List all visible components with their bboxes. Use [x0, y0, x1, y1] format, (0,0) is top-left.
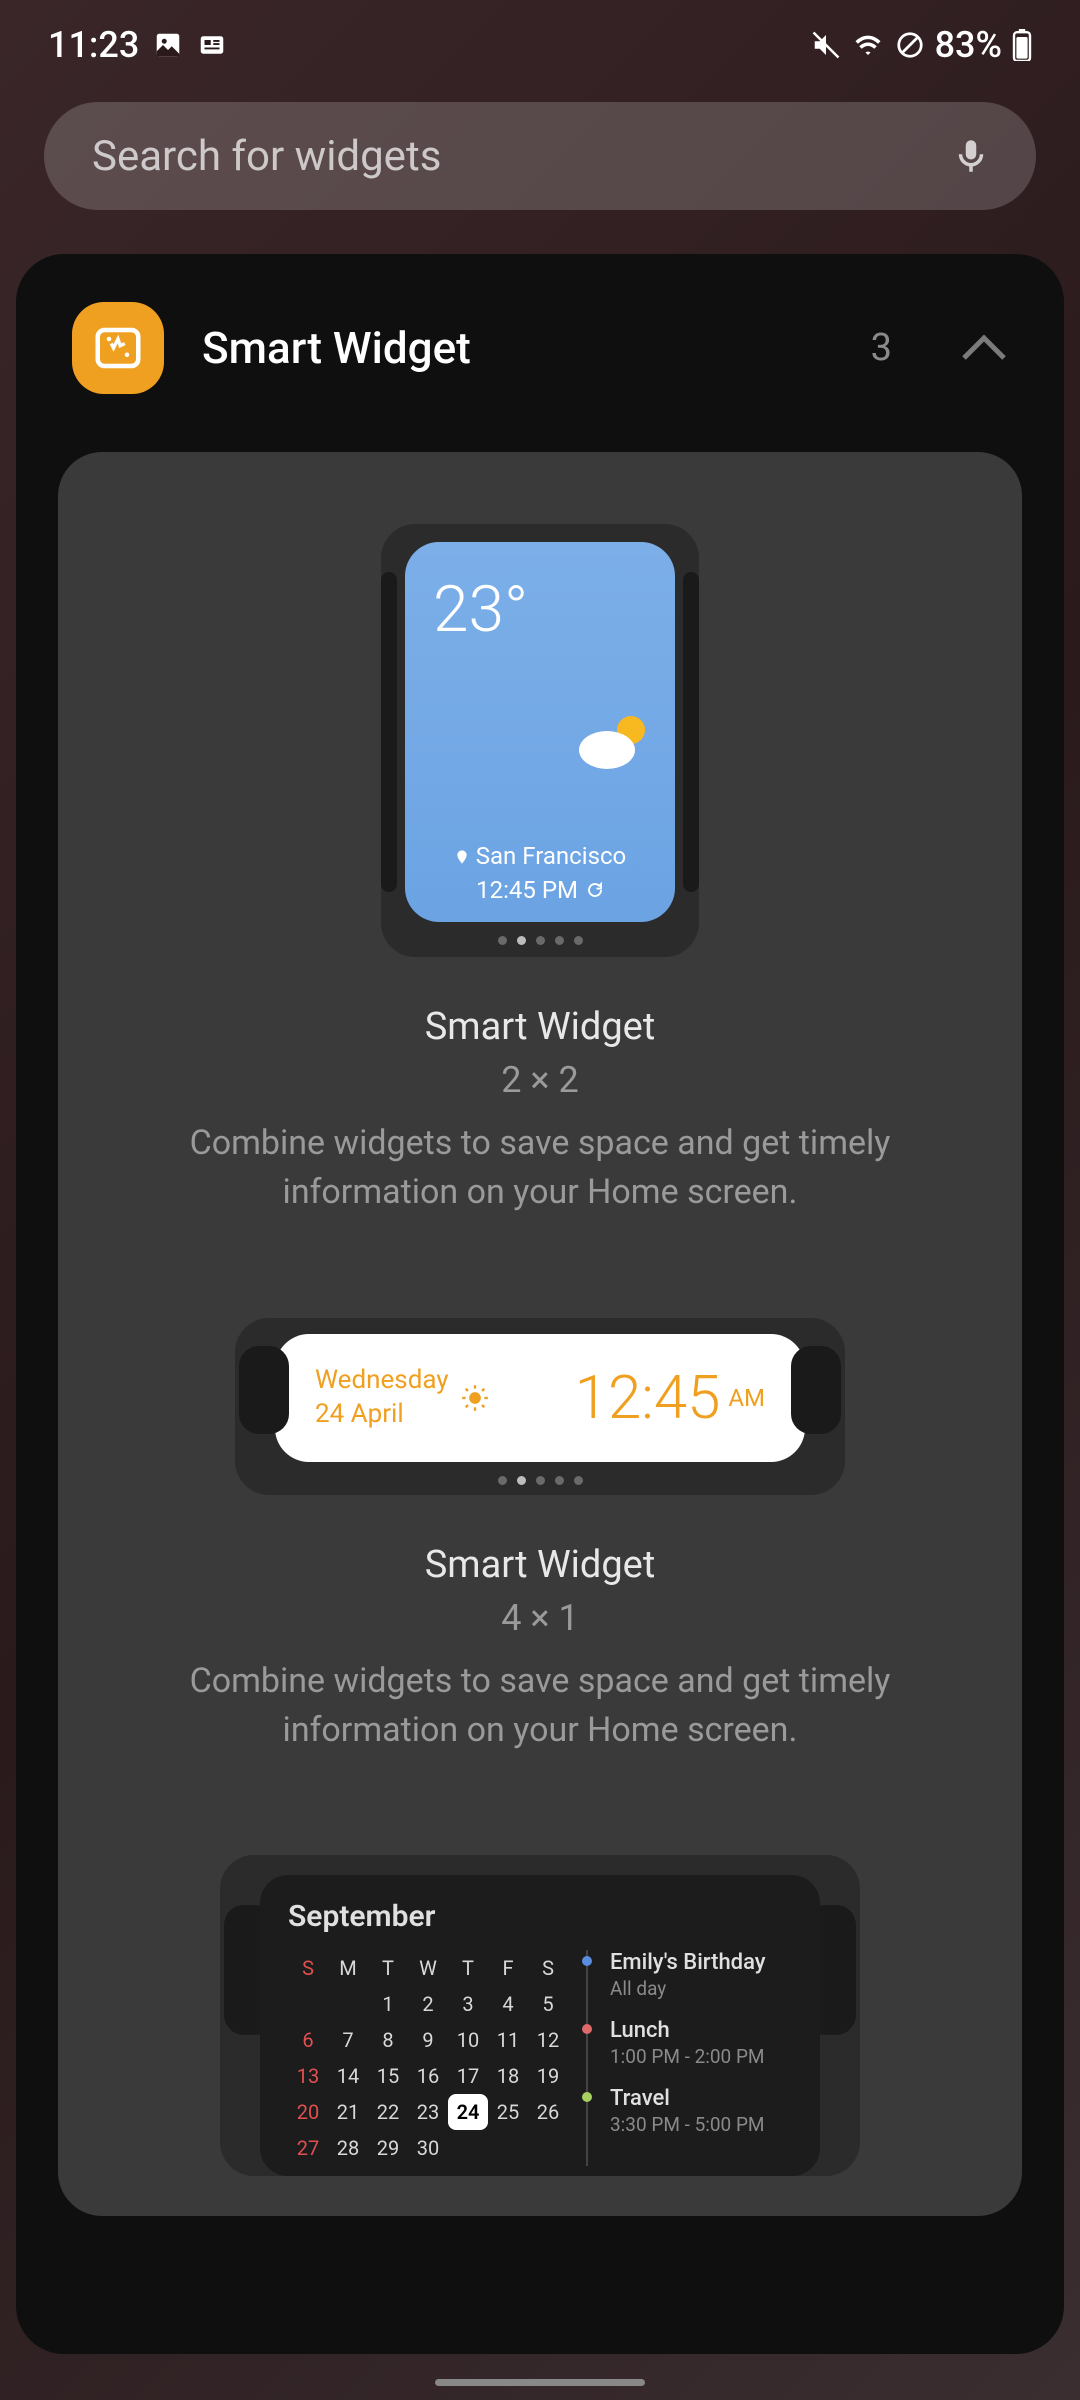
no-sim-icon [895, 30, 925, 60]
refresh-icon [586, 881, 604, 899]
clock-date: 24 April [315, 1398, 449, 1432]
location-pin-icon [454, 847, 470, 867]
weather-cloud-sun-icon [575, 712, 653, 774]
nav-handle[interactable] [435, 2379, 645, 2386]
event-title: Emily's Birthday [610, 1950, 792, 1975]
event-time: 1:00 PM - 2:00 PM [610, 2045, 792, 2068]
calendar-grid: SMTWTFS123456789101112131415161718192021… [288, 1950, 568, 2166]
panel-header[interactable]: Smart Widget 3 [16, 278, 1064, 434]
calendar-preview: September SMTWTFS12345678910111213141516… [260, 1875, 820, 2176]
status-bar: 11:23 83% [0, 0, 1080, 90]
clock-time: 12:45 [575, 1362, 721, 1433]
resize-handle-right [683, 572, 699, 892]
gallery-icon [153, 30, 183, 60]
weather-temp: 23° [433, 572, 647, 647]
widget-item-calendar[interactable]: September SMTWTFS12345678910111213141516… [118, 1855, 962, 2176]
widget-name: Smart Widget [118, 1543, 962, 1587]
news-icon [197, 30, 227, 60]
wifi-icon [851, 30, 885, 60]
clock-day: Wednesday [315, 1364, 449, 1398]
widget-size: 2 × 2 [118, 1059, 962, 1101]
clock-ampm: AM [728, 1384, 765, 1412]
event-title: Travel [610, 2086, 792, 2111]
sun-icon [461, 1384, 489, 1412]
panel-title: Smart Widget [202, 322, 871, 374]
event-title: Lunch [610, 2018, 792, 2043]
battery-icon [1012, 29, 1032, 61]
weather-location: San Francisco [476, 842, 626, 870]
smart-widget-panel: Smart Widget 3 23° San Franci [16, 254, 1064, 2354]
chevron-up-icon[interactable] [960, 334, 1008, 362]
weather-preview: 23° San Francisco 12:45 PM [405, 542, 675, 922]
widget-description: Combine widgets to save space and get ti… [118, 1119, 962, 1218]
calendar-month: September [288, 1899, 792, 1934]
search-placeholder: Search for widgets [92, 132, 950, 181]
widget-size: 4 × 1 [118, 1597, 962, 1639]
page-indicator [405, 936, 675, 945]
calendar-events: Emily's Birthday All day Lunch 1:00 PM -… [586, 1950, 792, 2166]
resize-handle-left [239, 1346, 289, 1434]
mute-icon [811, 30, 841, 60]
event-time: All day [610, 1977, 792, 2000]
mic-icon[interactable] [950, 135, 992, 177]
resize-handle-right [791, 1346, 841, 1434]
widget-description: Combine widgets to save space and get ti… [118, 1657, 962, 1756]
resize-handle-left [381, 572, 397, 892]
page-indicator [275, 1476, 805, 1485]
clock-preview: Wednesday 24 April 12:45 AM [275, 1334, 805, 1462]
widget-name: Smart Widget [118, 1005, 962, 1049]
battery-percent: 83% [935, 24, 1002, 66]
status-time: 11:23 [48, 24, 139, 66]
weather-time: 12:45 PM [476, 876, 578, 904]
search-input[interactable]: Search for widgets [44, 102, 1036, 210]
widget-item-4x1[interactable]: Wednesday 24 April 12:45 AM [118, 1318, 962, 1756]
widget-item-2x2[interactable]: 23° San Francisco 12:45 PM [118, 524, 962, 1218]
event-time: 3:30 PM - 5:00 PM [610, 2113, 792, 2136]
widgets-list: 23° San Francisco 12:45 PM [58, 452, 1022, 2216]
smart-widget-app-icon [72, 302, 164, 394]
panel-count: 3 [871, 326, 892, 370]
